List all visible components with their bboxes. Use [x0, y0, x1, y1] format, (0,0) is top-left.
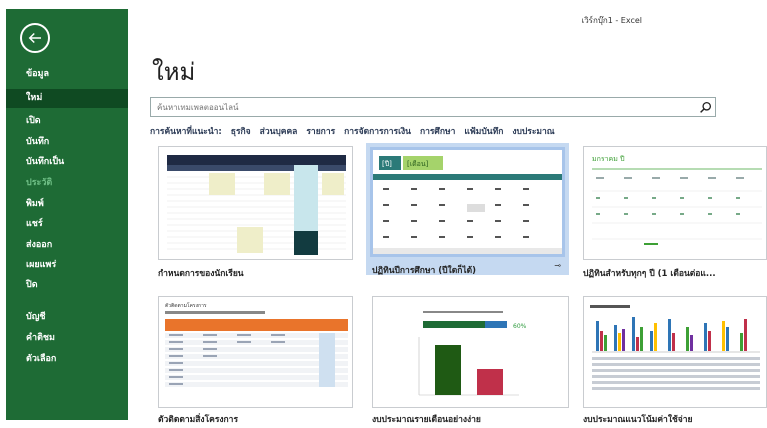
pin-icon[interactable]: ⊸: [554, 261, 561, 270]
template-tile-academic-calendar[interactable]: [ปี] [เดือน] ปฏิทินปีการศึกษา (ปีใดก็ได้…: [366, 143, 569, 276]
window-title: เวิร์กบุ๊ก1 - Excel: [581, 16, 642, 25]
search-icon: [699, 101, 711, 113]
schedule-thumbnail-graphic: [167, 155, 346, 255]
suggested-label: การค้นหาที่แนะนำ:: [150, 127, 222, 137]
page-title: ใหม่: [152, 58, 196, 86]
sidebar-item-publish[interactable]: เผยแพร่: [6, 256, 128, 275]
suggested-link-personal[interactable]: ส่วนบุคคล: [260, 127, 298, 137]
template-search-box[interactable]: [150, 97, 716, 117]
template-tile-any-year-calendar[interactable]: มกราคม ปี ปฏิทินสำหรับทุกๆ ปี (1 เดือนต่…: [583, 146, 767, 280]
template-label: งบประมาณรายเดือนอย่างง่าย: [372, 415, 481, 425]
template-tile-student-schedule[interactable]: กำหนดการของนักเรียน: [158, 146, 353, 280]
sidebar-item-account[interactable]: บัญชี: [6, 308, 128, 327]
sidebar-item-open[interactable]: เปิด: [6, 112, 128, 131]
tracker-thumbnail-graphic: ตัวติดตามโครงการ: [165, 302, 348, 387]
template-label: งบประมาณแนวโน้มค่าใช้จ่าย: [583, 415, 693, 425]
trends-thumbnail-graphic: [590, 305, 760, 390]
suggested-searches: การค้นหาที่แนะนำ: ธุรกิจ ส่วนบุคคล รายกา…: [150, 124, 555, 138]
template-tile-monthly-budget[interactable]: 60% งบประมาณรายเดือนอย่างง่าย: [372, 296, 569, 428]
suggested-link-business[interactable]: ธุรกิจ: [231, 127, 251, 137]
template-tile-project-tracker[interactable]: ตัวติดตามโครงการ ตัวติดตามสิ่งโครงการ: [158, 296, 353, 428]
monthly-calendar-thumbnail-graphic: มกราคม ปี: [592, 155, 762, 245]
suggested-link-education[interactable]: การศึกษา: [420, 127, 455, 137]
template-thumbnail: 60%: [372, 296, 569, 408]
back-button[interactable]: [20, 23, 50, 53]
template-tile-expense-trends-budget[interactable]: งบประมาณแนวโน้มค่าใช้จ่าย: [583, 296, 767, 428]
back-arrow-icon: [28, 32, 41, 44]
sidebar-item-save-as[interactable]: บันทึกเป็น: [6, 153, 128, 172]
sidebar-item-close[interactable]: ปิด: [6, 276, 128, 295]
suggested-link-lists[interactable]: รายการ: [306, 127, 335, 137]
thumbnail-month-text: [เดือน]: [407, 160, 429, 168]
suggested-link-budgets[interactable]: งบประมาณ: [512, 127, 554, 137]
search-button[interactable]: [695, 98, 715, 116]
sidebar-item-share[interactable]: แชร์: [6, 215, 128, 234]
template-label: กำหนดการของนักเรียน: [158, 269, 244, 279]
template-thumbnail: ตัวติดตามโครงการ: [158, 296, 353, 408]
sidebar-item-feedback[interactable]: คำติชม: [6, 329, 128, 348]
sidebar-item-options[interactable]: ตัวเลือก: [6, 350, 128, 369]
excel-backstage: ข้อมูล ใหม่ เปิด บันทึก บันทึกเป็น ประวั…: [0, 0, 767, 428]
template-thumbnail: มกราคม ปี: [583, 146, 767, 260]
thumbnail-percent: 60%: [513, 323, 527, 330]
sidebar-item-info[interactable]: ข้อมูล: [6, 65, 128, 84]
template-thumbnail: [583, 296, 767, 408]
backstage-sidebar: ข้อมูล ใหม่ เปิด บันทึก บันทึกเป็น ประวั…: [6, 9, 128, 420]
sidebar-item-history[interactable]: ประวัติ: [6, 174, 128, 193]
sidebar-item-save[interactable]: บันทึก: [6, 133, 128, 152]
suggested-link-logs[interactable]: แฟ้มบันทึก: [464, 127, 503, 137]
thumbnail-year-text: [ปี]: [382, 160, 392, 168]
template-thumbnail: [158, 146, 353, 260]
search-input[interactable]: [151, 98, 695, 116]
template-thumbnail: [ปี] [เดือน]: [370, 147, 565, 257]
sidebar-item-new[interactable]: ใหม่: [6, 89, 128, 108]
template-label: ตัวติดตามสิ่งโครงการ: [158, 415, 239, 425]
template-label: ปฏิทินปีการศึกษา (ปีใดก็ได้): [372, 266, 477, 276]
template-label: ปฏิทินสำหรับทุกๆ ปี (1 เดือนต่อแ...: [583, 269, 716, 279]
thumbnail-month-year-text: มกราคม ปี: [592, 155, 625, 163]
sidebar-item-export[interactable]: ส่งออก: [6, 236, 128, 255]
sidebar-item-print[interactable]: พิมพ์: [6, 195, 128, 214]
thumbnail-tracker-title: ตัวติดตามโครงการ: [165, 302, 207, 309]
suggested-link-financial[interactable]: การจัดการการเงิน: [344, 127, 411, 137]
calendar-thumbnail-graphic: [ปี] [เดือน]: [373, 150, 562, 254]
budget-thumbnail-graphic: 60%: [418, 311, 527, 396]
backstage-main: เวิร์กบุ๊ก1 - Excel ใหม่ การค้นหาที่แนะน…: [128, 0, 767, 428]
